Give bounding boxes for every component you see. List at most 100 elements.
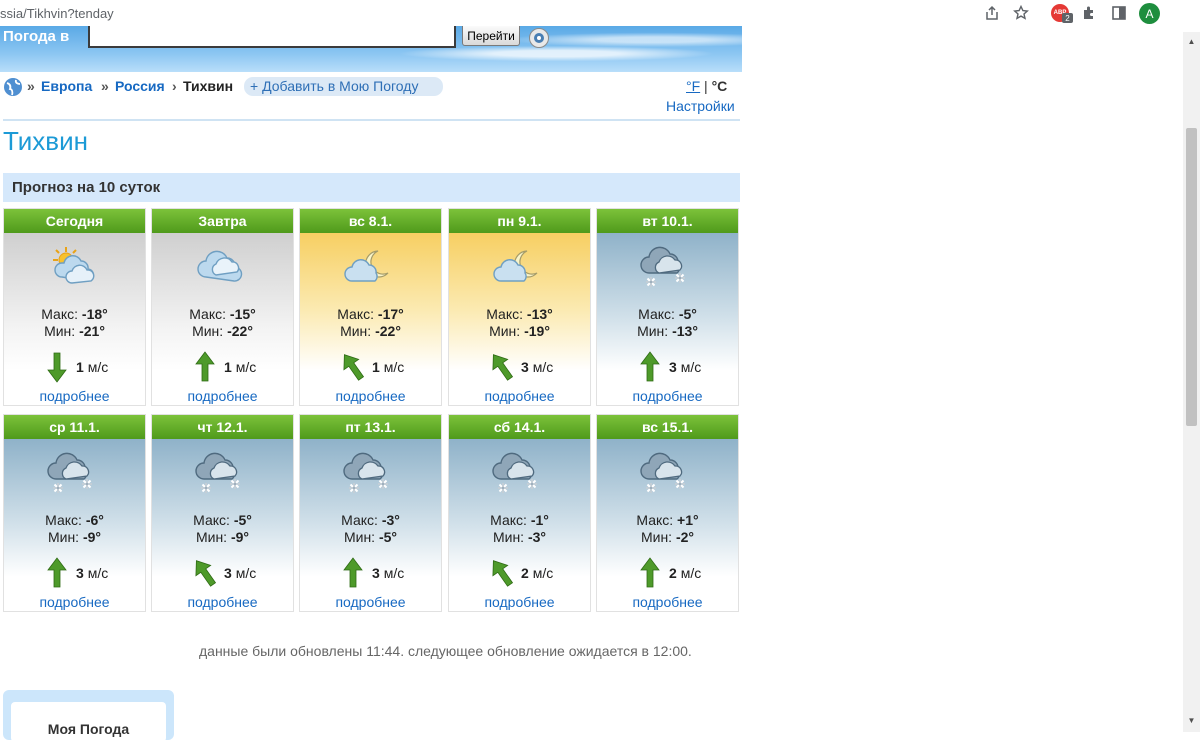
max-label: Макс: (341, 512, 378, 528)
share-icon[interactable] (983, 4, 1001, 22)
min-label: Мин: (192, 323, 224, 339)
max-temp-value: -18° (81, 306, 108, 322)
browser-toolbar: ssia/Tikhvin?tenday ABP 2 A (0, 0, 1200, 26)
min-temp-value: -19° (524, 323, 550, 339)
scroll-up-arrow-icon[interactable]: ▲ (1186, 37, 1197, 47)
min-temp: Мин: -19° (449, 323, 590, 339)
breadcrumb-europe[interactable]: Европа (41, 78, 92, 94)
scrollbar-thumb[interactable] (1186, 128, 1197, 426)
max-label: Макс: (45, 512, 82, 528)
wind-speed-value: 1 (224, 359, 232, 375)
details-link[interactable]: подробнее (152, 388, 293, 404)
bookmark-star-icon[interactable] (1012, 4, 1030, 22)
forecast-day-body: Макс: -15° Мин: -22° 1 м/с подробнее (152, 233, 293, 405)
details-link[interactable]: подробнее (597, 594, 738, 610)
max-label: Макс: (486, 306, 524, 322)
details-link[interactable]: подробнее (152, 594, 293, 610)
unit-separator: | (704, 78, 708, 94)
max-temp-value: -5° (678, 306, 697, 322)
forecast-day-label: вс 15.1. (597, 415, 738, 439)
unit-switcher: °F | °C (686, 78, 727, 94)
city-search-input[interactable] (88, 26, 456, 48)
min-temp: Мин: -2° (597, 529, 738, 545)
breadcrumb-separator: » (101, 78, 109, 94)
min-label: Мин: (492, 529, 525, 545)
min-temp-value: -3° (527, 529, 547, 545)
forecast-day-card: вс 8.1. Макс: -17° Мин: -22° 1 м/с подробнее (299, 208, 442, 406)
max-temp: Макс: +1° (597, 512, 738, 528)
snow-cloud-icon (192, 449, 254, 495)
cloud-icon (192, 243, 254, 289)
min-temp: Мин: -9° (152, 529, 293, 545)
max-temp: Макс: -5° (597, 306, 738, 322)
min-temp: Мин: -3° (449, 529, 590, 545)
min-temp-value: -9° (230, 529, 250, 545)
forecast-day-label: пт 13.1. (300, 415, 441, 439)
details-link[interactable]: подробнее (300, 594, 441, 610)
forecast-day-label: Завтра (152, 209, 293, 233)
unit-fahrenheit-link[interactable]: °F (686, 78, 700, 94)
moon-cloud-icon (340, 243, 402, 289)
forecast-day-card: Сегодня Макс: -18° Мин: -21° 1 м/с подробнее (3, 208, 146, 406)
snow-cloud-icon (637, 449, 699, 495)
details-link[interactable]: подробнее (4, 594, 145, 610)
wind-speed: 1 м/с (76, 359, 108, 375)
profile-avatar[interactable]: A (1139, 3, 1160, 24)
moon-cloud-icon (489, 243, 551, 289)
wind-speed: 2 м/с (521, 565, 553, 581)
wind-speed-value: 3 (76, 565, 84, 581)
max-label: Макс: (636, 512, 674, 528)
wind-speed-value: 1 (372, 359, 380, 375)
breadcrumb-separator: » (27, 78, 35, 94)
wind-direction-arrow-icon (46, 351, 68, 383)
add-to-my-weather-button[interactable]: + Добавить в Мою Погоду (244, 77, 443, 96)
wind-unit: м/с (680, 565, 702, 581)
forecast-day-body: Макс: -3° Мин: -5° 3 м/с подробнее (300, 439, 441, 611)
min-temp-value: -9° (82, 529, 102, 545)
min-temp: Мин: -21° (4, 323, 145, 339)
min-temp-value: -13° (672, 323, 698, 339)
breadcrumb-russia[interactable]: Россия (115, 78, 165, 94)
details-link[interactable]: подробнее (449, 594, 590, 610)
wind-direction-arrow-icon (194, 557, 217, 589)
min-label: Мин: (640, 529, 673, 545)
details-link[interactable]: подробнее (597, 388, 738, 404)
wind-speed-value: 3 (224, 565, 232, 581)
address-bar[interactable]: ssia/Tikhvin?tenday (0, 6, 114, 21)
min-temp-value: -2° (675, 529, 695, 545)
wind-speed-value: 2 (521, 565, 529, 581)
min-label: Мин: (340, 323, 372, 339)
puzzle-extensions-icon[interactable] (1080, 4, 1098, 22)
forecast-day-label: вт 10.1. (597, 209, 738, 233)
wind-direction-arrow-icon (491, 557, 514, 589)
go-button[interactable]: Перейти (462, 26, 520, 46)
search-label: Погода в (3, 28, 70, 45)
min-label: Мин: (195, 529, 228, 545)
update-note: данные были обновлены 11:44. следующее о… (199, 643, 692, 659)
forecast-day-label: чт 12.1. (152, 415, 293, 439)
wind-speed: 2 м/с (669, 565, 701, 581)
wind-speed-value: 3 (521, 359, 529, 375)
min-temp: Мин: -22° (152, 323, 293, 339)
wind-speed: 3 м/с (669, 359, 701, 375)
my-weather-title: Моя Погода (11, 702, 166, 742)
sun-clouds-icon (44, 243, 106, 289)
wind-speed: 3 м/с (224, 565, 256, 581)
max-label: Макс: (337, 306, 375, 322)
min-temp: Мин: -13° (597, 323, 738, 339)
wind-direction-arrow-icon (46, 557, 68, 589)
details-link[interactable]: подробнее (4, 388, 145, 404)
forecast-day-card: пт 13.1. Макс: -3° Мин: -5° 3 м/с подробнее (299, 414, 442, 612)
forecast-day-card: вт 10.1. Макс: -5° Мин: -13° 3 м/с подробнее (596, 208, 739, 406)
locate-icon[interactable] (529, 28, 549, 48)
details-link[interactable]: подробнее (449, 388, 590, 404)
wind-unit: м/с (383, 565, 405, 581)
side-panel-icon[interactable] (1110, 4, 1128, 22)
max-temp-value: -13° (526, 306, 553, 322)
forecast-day-card: ср 11.1. Макс: -6° Мин: -9° 3 м/с подробнее (3, 414, 146, 612)
details-link[interactable]: подробнее (300, 388, 441, 404)
min-temp-value: -21° (79, 323, 105, 339)
forecast-day-label: пн 9.1. (449, 209, 590, 233)
scroll-down-arrow-icon[interactable]: ▼ (1186, 716, 1197, 726)
settings-link[interactable]: Настройки (666, 98, 735, 114)
